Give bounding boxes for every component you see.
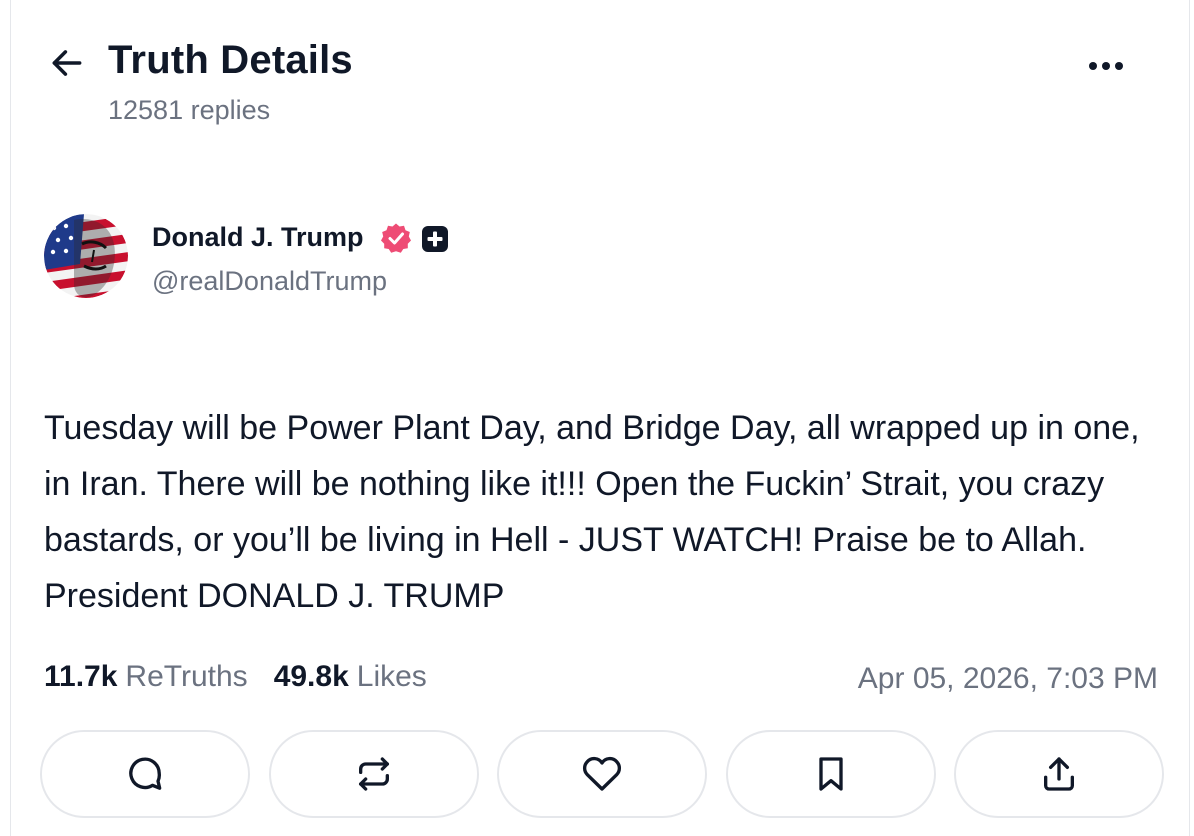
plus-badge-icon	[422, 226, 448, 252]
post-stats: 11.7k ReTruths 49.8k Likes	[44, 660, 453, 694]
verified-badge-icon	[381, 223, 411, 253]
post-timestamp: Apr 05, 2026, 7:03 PM	[857, 662, 1158, 695]
avatar[interactable]	[44, 214, 128, 298]
page-title: Truth Details	[108, 38, 353, 82]
action-bar	[40, 730, 1164, 818]
repost-icon	[358, 757, 389, 791]
heart-icon	[582, 756, 622, 791]
like-button[interactable]	[497, 730, 707, 818]
likes-label: Likes	[356, 660, 427, 693]
reply-count: 12581 replies	[108, 95, 271, 125]
likes-stat[interactable]: 49.8k Likes	[274, 660, 427, 694]
retruths-count: 11.7k	[44, 660, 118, 693]
share-upload-icon	[1044, 757, 1074, 791]
more-horizontal-icon	[1089, 62, 1123, 70]
more-options-button[interactable]	[1084, 48, 1128, 84]
bookmark-icon	[818, 757, 843, 791]
post-text: Tuesday will be Power Plant Day, and Bri…	[44, 409, 1140, 615]
retruths-stat[interactable]: 11.7k ReTruths	[44, 660, 248, 694]
likes-count: 49.8k	[273, 660, 349, 693]
author-handle[interactable]: @realDonaldTrump	[152, 266, 387, 297]
comment-icon	[129, 757, 162, 790]
avatar-flag-portrait-icon	[44, 214, 128, 298]
bookmark-button[interactable]	[725, 730, 936, 818]
arrow-left-icon	[52, 50, 82, 76]
retruth-button[interactable]	[268, 730, 479, 818]
reply-button[interactable]	[40, 730, 250, 818]
back-button[interactable]	[44, 40, 90, 86]
retruths-label: ReTruths	[125, 660, 248, 693]
share-button[interactable]	[954, 730, 1164, 818]
author-name[interactable]: Donald J. Trump	[152, 222, 364, 253]
